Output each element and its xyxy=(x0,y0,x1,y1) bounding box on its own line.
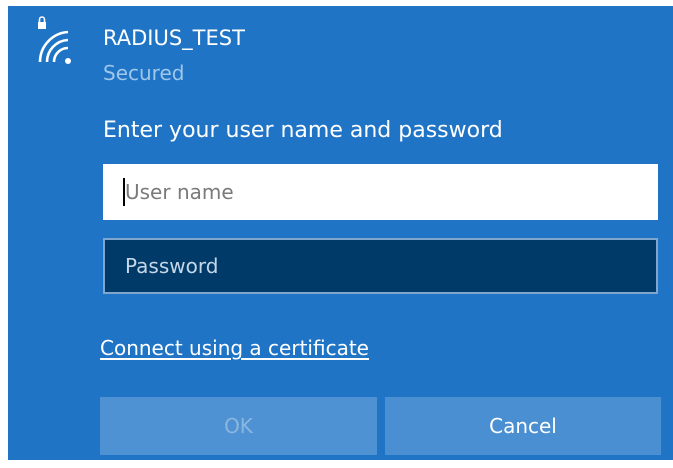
cancel-button[interactable]: Cancel xyxy=(385,397,661,455)
connect-using-certificate-link[interactable]: Connect using a certificate xyxy=(100,334,369,362)
network-name: RADIUS_TEST xyxy=(103,26,245,50)
credentials-prompt: Enter your user name and password xyxy=(103,118,503,143)
text-caret xyxy=(123,178,125,206)
network-status: Secured xyxy=(103,61,185,85)
ok-button[interactable]: OK xyxy=(100,397,377,455)
username-input[interactable] xyxy=(103,164,658,220)
wifi-secured-icon xyxy=(38,16,71,64)
password-input[interactable] xyxy=(103,238,658,294)
